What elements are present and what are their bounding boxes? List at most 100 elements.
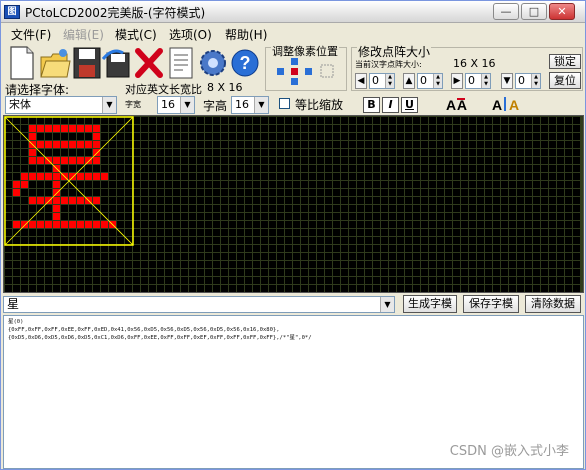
pixel-off	[341, 205, 348, 212]
maximize-button[interactable]: □	[521, 3, 547, 20]
pixel-off	[341, 213, 348, 220]
proportional-checkbox[interactable]	[279, 98, 290, 109]
menu-edit[interactable]: 编辑(E)	[63, 26, 104, 43]
pixel-off	[213, 237, 220, 244]
pixel-off	[5, 181, 12, 188]
lock-button[interactable]: 锁定	[549, 54, 581, 69]
pixel-on	[101, 173, 108, 180]
spin-left[interactable]: 0 ▲ ▼	[369, 73, 395, 89]
pixel-off	[245, 165, 252, 172]
width-select[interactable]: 16 ▼	[157, 96, 195, 114]
shift-arrows-icon[interactable]	[273, 57, 337, 87]
mirror-horizontal-icon[interactable]: A A	[443, 95, 479, 113]
menu-file[interactable]: 文件(F)	[11, 26, 51, 43]
pixel-off	[477, 221, 484, 228]
pixel-off	[541, 173, 548, 180]
save-as-icon[interactable]	[101, 45, 133, 81]
pixel-off	[269, 253, 276, 260]
pixel-off	[445, 253, 452, 260]
save-font-button[interactable]: 保存字模	[463, 295, 519, 313]
pixel-off	[285, 149, 292, 156]
menu-help[interactable]: 帮助(H)	[225, 26, 267, 43]
settings-gear-icon[interactable]	[197, 45, 229, 81]
pixel-off	[181, 237, 188, 244]
pixel-off	[141, 189, 148, 196]
pixel-off	[109, 213, 116, 220]
pixel-off	[189, 133, 196, 140]
pixel-off	[565, 285, 572, 292]
title-bar[interactable]: 图 PCtoLCD2002完美版-(字符模式) — □ ✕	[1, 1, 585, 23]
new-file-icon[interactable]	[5, 45, 37, 81]
open-folder-icon[interactable]	[39, 45, 71, 81]
pixel-off	[557, 229, 564, 236]
document-icon[interactable]	[165, 45, 197, 81]
left-arrow-icon[interactable]: ◀	[355, 73, 367, 89]
delete-icon[interactable]	[133, 45, 165, 81]
pixel-off	[517, 245, 524, 252]
spin-up[interactable]: 0 ▲ ▼	[417, 73, 443, 89]
pixel-off	[461, 277, 468, 284]
pixel-grid[interactable]	[4, 116, 584, 293]
minimize-button[interactable]: —	[493, 3, 519, 20]
pixel-canvas[interactable]	[3, 115, 584, 293]
pixel-off	[301, 213, 308, 220]
restore-button[interactable]: 复位	[549, 72, 581, 89]
italic-button[interactable]: I	[382, 97, 399, 113]
pixel-on	[45, 173, 52, 180]
right-arrow-icon[interactable]: ▶	[451, 73, 463, 89]
pixel-off	[29, 181, 36, 188]
spin-down[interactable]: 0 ▲ ▼	[515, 73, 541, 89]
pixel-off	[237, 229, 244, 236]
save-disk-icon[interactable]	[71, 45, 103, 81]
pixel-off	[213, 141, 220, 148]
font-select[interactable]: 宋体 ▼	[5, 96, 117, 114]
generate-button[interactable]: 生成字模	[403, 295, 457, 313]
pixel-off	[549, 173, 556, 180]
pixel-off	[325, 125, 332, 132]
close-button[interactable]: ✕	[549, 3, 575, 20]
pixel-off	[53, 269, 60, 276]
pixel-off	[253, 237, 260, 244]
pixel-off	[525, 117, 532, 124]
pixel-off	[197, 253, 204, 260]
down-arrow-icon[interactable]: ▼	[501, 73, 513, 89]
character-input[interactable]: 星 ▼	[3, 296, 395, 313]
pixel-off	[453, 285, 460, 292]
pixel-off	[13, 245, 20, 252]
pixel-off	[301, 277, 308, 284]
pixel-off	[165, 253, 172, 260]
pixel-off	[101, 197, 108, 204]
pixel-off	[261, 253, 268, 260]
pixel-off	[573, 221, 580, 228]
mirror-vertical-icon[interactable]: A A	[489, 95, 525, 113]
menu-mode[interactable]: 模式(C)	[115, 26, 157, 43]
pixel-off	[261, 229, 268, 236]
help-icon[interactable]: ?	[229, 45, 261, 81]
pixel-off	[301, 285, 308, 292]
up-arrow-icon[interactable]: ▲	[403, 73, 415, 89]
pixel-on	[53, 173, 60, 180]
pixel-off	[413, 181, 420, 188]
clear-button[interactable]: 清除数据	[525, 295, 581, 313]
pixel-off	[493, 285, 500, 292]
pixel-off	[285, 189, 292, 196]
pixel-off	[381, 189, 388, 196]
menu-options[interactable]: 选项(O)	[169, 26, 212, 43]
pixel-off	[541, 245, 548, 252]
pixel-off	[325, 141, 332, 148]
bold-button[interactable]: B	[363, 97, 380, 113]
pixel-on	[45, 221, 52, 228]
pixel-off	[149, 253, 156, 260]
pixel-off	[165, 205, 172, 212]
height-select[interactable]: 16 ▼	[231, 96, 269, 114]
spin-right[interactable]: 0 ▲ ▼	[465, 73, 491, 89]
pixel-off	[365, 133, 372, 140]
pixel-off	[461, 253, 468, 260]
pixel-off	[573, 285, 580, 292]
pixel-off	[389, 133, 396, 140]
pixel-off	[125, 165, 132, 172]
pixel-off	[197, 229, 204, 236]
underline-button[interactable]: U	[401, 97, 418, 113]
pixel-off	[365, 261, 372, 268]
pixel-on	[93, 157, 100, 164]
